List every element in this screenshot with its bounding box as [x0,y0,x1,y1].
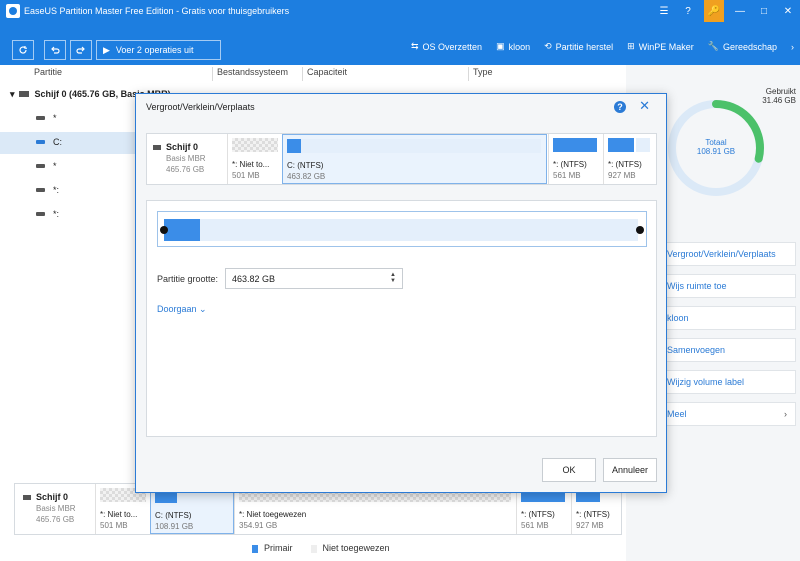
column-header-type[interactable]: Type [468,67,493,81]
key-icon[interactable]: 🔑 [704,0,724,22]
dialog-disk-segment[interactable]: *: (NTFS) 561 MB [548,134,603,184]
primary-swatch [252,544,258,553]
partition-row[interactable]: * [36,156,57,176]
close-icon[interactable]: ✕ [639,98,650,114]
os-migrate-icon: ⇆ [410,41,419,51]
winpe-maker-button[interactable]: ⊞ WinPE Maker [627,41,694,52]
maximize-button[interactable]: □ [752,0,776,22]
toolbar: ▶ Voer 2 operaties uit ⇆ OS Overzetten ▣ k… [0,22,800,65]
menu-icon[interactable]: ☰ [652,0,676,22]
expand-arrow-icon: ▾ [10,88,15,99]
dialog-disk-map: Schijf 0 Basis MBR 465.76 GB *: Niet to.… [146,133,657,185]
minimize-button[interactable]: — [728,0,752,22]
help-icon[interactable]: ? [614,101,626,113]
title-bar: EaseUS Partition Master Free Edition - G… [0,0,800,22]
dialog-disk-segment-c[interactable]: C: (NTFS) 463.82 GB [282,134,547,184]
drive-icon [36,188,45,192]
resize-panel: Partitie grootte: 463.82 GB ▲ ▼ Doorgaan … [146,200,657,437]
legend: Primair Niet toegewezen [252,543,390,553]
partition-size-input[interactable]: 463.82 GB ▲ ▼ [225,268,403,289]
used-space-bar [608,138,634,152]
slider-used-fill [164,219,200,241]
tools-icon: 🔧 [707,41,719,51]
winpe-icon: ⊞ [627,41,635,51]
used-space-bar [553,138,597,152]
used-space-bar [287,139,301,153]
merge-action[interactable]: Samenvoegen [662,338,796,362]
free-space-bar [301,139,541,153]
disk-icon [153,144,161,150]
slider-track [164,219,638,241]
partition-row[interactable]: * [36,108,57,128]
unallocated-bar [232,138,278,152]
clone-button[interactable]: ▣ kloon [496,41,530,52]
disk-icon [23,494,31,500]
resize-move-dialog: Vergroot/Verklein/Verplaats ? ✕ Schijf 0… [135,93,667,493]
partition-recovery-icon: ⟲ [544,41,552,51]
donut-total: Totaal 108.91 GB [696,138,736,156]
partition-row[interactable]: *: [36,180,59,200]
cancel-button[interactable]: Annuleer [603,458,657,482]
chevron-right-icon: › [784,409,787,419]
windows-drive-icon [36,140,45,144]
disk-icon [18,91,29,97]
tools-button[interactable]: 🔧 Gereedschap [708,41,777,52]
dialog-title: Vergroot/Verklein/Verplaats [146,102,255,112]
spinner-arrows-icon[interactable]: ▲ ▼ [390,272,396,284]
partition-row-c[interactable]: C: [36,132,62,152]
window-title: EaseUS Partition Master Free Edition - G… [24,6,290,16]
left-resize-handle[interactable] [160,226,168,234]
refresh-button[interactable] [12,40,34,60]
more-chevron-icon[interactable]: › [791,42,794,52]
clone-action[interactable]: kloon [662,306,796,330]
refresh-icon [19,46,27,54]
unallocated-swatch [310,544,317,553]
ok-button[interactable]: OK [542,458,596,482]
partition-resize-slider[interactable] [157,211,647,247]
change-label-action[interactable]: Wijzig volume label [662,370,796,394]
apply-operations-button[interactable]: ▶ Voer 2 operaties uit [96,40,221,60]
free-space-bar [636,138,650,152]
allocate-space-action[interactable]: Wijs ruimte toe [662,274,796,298]
resize-move-action[interactable]: Vergroot/Verklein/Verplaats [662,242,796,266]
dialog-disk-segment[interactable]: *: (NTFS) 927 MB [603,134,656,184]
drive-icon [36,212,45,216]
column-header-partition[interactable]: Partitie [34,67,62,81]
more-action[interactable]: Meel › [662,402,796,426]
partition-row[interactable]: *: [36,204,59,224]
undo-icon [51,46,60,54]
undo-button[interactable] [44,40,66,60]
partition-size-label: Partitie grootte: [157,274,219,284]
legend-primary: Primair [252,543,293,553]
right-resize-handle[interactable] [636,226,644,234]
legend-unallocated: Niet toegewezen [310,543,390,553]
close-button[interactable]: ✕ [776,0,800,22]
dialog-disk-segment[interactable]: *: Niet to... 501 MB [227,134,282,184]
app-logo-icon [6,4,20,18]
help-icon[interactable]: ? [676,0,700,22]
clone-icon: ▣ [496,41,505,51]
action-list: Vergroot/Verklein/Verplaats Wijs ruimte … [662,242,796,434]
disk-map-label: Schijf 0 Basis MBR 465.76 GB [23,492,76,524]
column-header-capacity[interactable]: Capaciteit [302,67,347,81]
advanced-toggle[interactable]: Doorgaan ⌄ [157,304,207,315]
dialog-disk-label: Schijf 0 Basis MBR 465.76 GB [153,142,206,174]
drive-icon [36,116,45,120]
redo-button[interactable] [70,40,92,60]
play-icon: ▶ [103,44,110,55]
drive-icon [36,164,45,168]
apply-operations-label: Voer 2 operaties uit [115,45,194,55]
column-header-filesystem[interactable]: Bestandssysteem [212,67,288,81]
os-migrate-button[interactable]: ⇆ OS Overzetten [411,41,482,52]
partition-recovery-button[interactable]: ⟲ Partitie herstel [544,41,613,52]
redo-icon [76,46,85,54]
